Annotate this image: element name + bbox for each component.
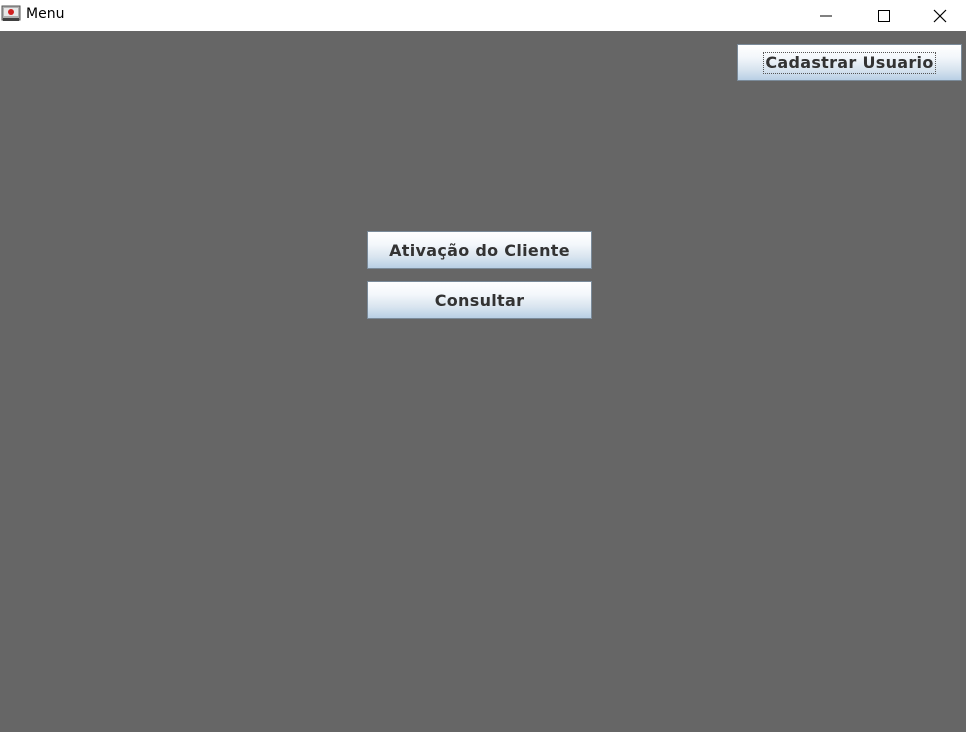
title-bar[interactable]: Menu	[0, 0, 966, 31]
close-icon	[933, 9, 946, 22]
ativacao-cliente-label: Ativação do Cliente	[389, 240, 570, 260]
window-title: Menu	[26, 6, 65, 22]
consultar-label: Consultar	[434, 290, 525, 310]
ativacao-cliente-button[interactable]: Ativação do Cliente	[367, 231, 592, 269]
consultar-button[interactable]: Consultar	[367, 281, 592, 319]
content-panel: Cadastrar Usuario Ativação do Cliente Co…	[0, 31, 966, 732]
maximize-button[interactable]	[855, 0, 913, 31]
close-button[interactable]	[913, 0, 966, 31]
cadastrar-usuario-label: Cadastrar Usuario	[763, 51, 936, 74]
app-window: Menu Cadastrar Usuario Ativação do Clien…	[0, 0, 966, 732]
maximize-icon	[878, 9, 890, 22]
minimize-button[interactable]	[797, 0, 855, 31]
cadastrar-usuario-button[interactable]: Cadastrar Usuario	[737, 44, 962, 81]
java-app-icon	[1, 5, 21, 21]
minimize-icon	[820, 15, 832, 16]
